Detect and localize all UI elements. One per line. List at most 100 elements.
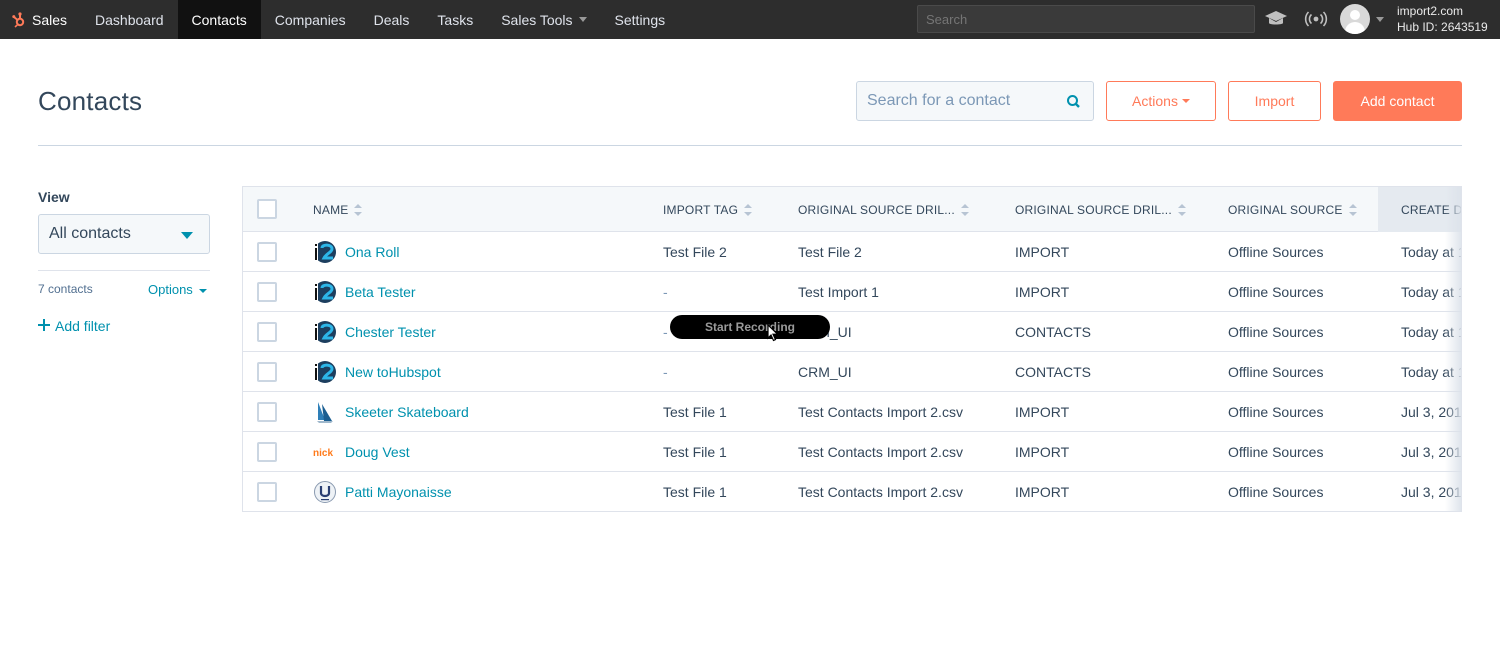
- search-icon[interactable]: [1065, 93, 1083, 111]
- account-info[interactable]: import2.com Hub ID: 2643519: [1397, 3, 1488, 35]
- mouse-cursor-icon: [767, 323, 779, 347]
- account-domain: import2.com: [1397, 4, 1464, 18]
- import-button[interactable]: Import: [1228, 81, 1321, 121]
- add-contact-button[interactable]: Add contact: [1333, 81, 1462, 121]
- table-row[interactable]: Ona Roll Test File 2 Test File 2 IMPORT Offl…: [243, 232, 1461, 272]
- row-checkbox[interactable]: [257, 322, 277, 342]
- nav-item-settings[interactable]: Settings: [601, 0, 680, 39]
- row-checkbox[interactable]: [257, 402, 277, 422]
- unilever-logo-icon: [313, 480, 337, 504]
- import2-logo-icon: [313, 240, 337, 264]
- row-checkbox[interactable]: [257, 482, 277, 502]
- options-dropdown[interactable]: Options: [148, 282, 207, 297]
- nav-item-label: Sales Tools: [501, 11, 573, 28]
- row-checkbox[interactable]: [257, 362, 277, 382]
- nav-item-tasks[interactable]: Tasks: [423, 0, 487, 39]
- column-header-3[interactable]: ORIGINAL SOURCE DRIL...: [1015, 187, 1186, 232]
- column-header-label: NAME: [313, 202, 349, 217]
- table-header: NAME IMPORT TAG ORIGINAL SOURCE DRIL... ORI…: [243, 187, 1461, 232]
- row-checkbox[interactable]: [257, 242, 277, 262]
- row-checkbox[interactable]: [257, 442, 277, 462]
- cell-import-tag: -: [663, 364, 668, 380]
- column-header-label: ORIGINAL SOURCE DRIL...: [1015, 202, 1172, 217]
- column-header-0[interactable]: NAME: [313, 187, 363, 232]
- nav-item-companies[interactable]: Companies: [261, 0, 360, 39]
- chevron-down-icon: [578, 17, 587, 22]
- nav-item-label: Contacts: [191, 11, 247, 28]
- cell-name[interactable]: New toHubspot: [345, 352, 645, 392]
- table-row[interactable]: Chester Tester-CRM_UICONTACTSOffline Sou…: [243, 312, 1461, 352]
- cell-import-tag: -: [663, 284, 668, 300]
- nav-item-contacts[interactable]: Contacts: [177, 0, 261, 39]
- table-row[interactable]: Patti Mayonaisse Test File 1 Test Contacts…: [243, 472, 1461, 511]
- cell-import-tag: Test File 1: [663, 484, 727, 500]
- cell-drill1: Test Import 1: [798, 284, 879, 300]
- cell-drill1: CRM_UI: [798, 364, 852, 380]
- caret-down-icon: [181, 232, 193, 239]
- sort-icon: [744, 203, 753, 216]
- cell-import-tag: Test File 1: [663, 444, 727, 460]
- hubspot-sprocket-icon: [12, 11, 26, 28]
- import2-logo-icon: [313, 360, 337, 384]
- column-header-2[interactable]: ORIGINAL SOURCE DRIL...: [798, 187, 969, 232]
- cell-source: Offline Sources: [1228, 444, 1324, 460]
- global-search-input[interactable]: [917, 5, 1255, 33]
- column-header-4[interactable]: ORIGINAL SOURCE: [1228, 187, 1357, 232]
- nav-item-label: Deals: [373, 11, 410, 28]
- nav-item-sales-tools[interactable]: Sales Tools: [487, 0, 600, 39]
- cell-name[interactable]: Chester Tester: [345, 312, 645, 352]
- cell-drill2: IMPORT: [1015, 244, 1070, 260]
- nav-item-label: Settings: [614, 11, 666, 28]
- import2-logo-icon: [313, 280, 337, 304]
- view-label: View: [38, 189, 70, 205]
- cell-drill1: Test File 2: [798, 244, 862, 260]
- actions-button[interactable]: Actions: [1106, 81, 1216, 121]
- svg-text:nick: nick: [313, 448, 333, 459]
- header-divider: [38, 145, 1462, 146]
- caret-down-icon: [1181, 99, 1190, 103]
- contact-search-input[interactable]: [867, 92, 1057, 110]
- cell-source: Offline Sources: [1228, 484, 1324, 500]
- table-row[interactable]: Skeeter Skateboard Test File 1 Test Contac…: [243, 392, 1461, 432]
- table-row[interactable]: Beta Tester - Test Import 1 IMPORT Offline S…: [243, 272, 1461, 312]
- cell-name[interactable]: Beta Tester: [345, 272, 645, 312]
- actions-label: Actions: [1132, 93, 1178, 109]
- account-hub-id: Hub ID: 2643519: [1397, 20, 1488, 34]
- row-checkbox[interactable]: [257, 282, 277, 302]
- account-chevron-down-icon[interactable]: [1376, 17, 1384, 22]
- cell-name[interactable]: Skeeter Skateboard: [345, 392, 645, 432]
- cell-source: Offline Sources: [1228, 324, 1324, 340]
- contacts-table: NAME IMPORT TAG ORIGINAL SOURCE DRIL... ORI…: [242, 186, 1462, 512]
- academy-icon[interactable]: [1264, 8, 1288, 30]
- add-filter-button[interactable]: Add filter: [38, 318, 110, 334]
- cell-source: Offline Sources: [1228, 364, 1324, 380]
- notifications-icon[interactable]: [1304, 8, 1328, 30]
- table-row[interactable]: New toHubspot - CRM_UI CONTACTS Offline Sour…: [243, 352, 1461, 392]
- column-header-1[interactable]: IMPORT TAG: [663, 187, 753, 232]
- user-avatar[interactable]: [1340, 4, 1370, 34]
- sail-logo-icon: [313, 400, 337, 424]
- start-recording-button[interactable]: Start Recording: [670, 315, 830, 339]
- cell-name[interactable]: Doug Vest: [345, 432, 645, 472]
- brand-sales[interactable]: Sales: [0, 0, 81, 39]
- cell-drill2: CONTACTS: [1015, 324, 1091, 340]
- import2-logo-icon: [313, 320, 337, 344]
- table-row[interactable]: nick Doug Vest Test File 1 Test Contacts Im…: [243, 432, 1461, 472]
- view-select[interactable]: All contacts: [38, 214, 210, 254]
- view-selected-value: All contacts: [49, 225, 131, 242]
- sort-icon: [1348, 203, 1357, 216]
- page-title: Contacts: [38, 86, 143, 116]
- cell-drill2: IMPORT: [1015, 484, 1070, 500]
- nav-item-deals[interactable]: Deals: [360, 0, 424, 39]
- contact-search: [856, 81, 1094, 121]
- options-label: Options: [148, 282, 193, 297]
- cell-name[interactable]: Ona Roll: [345, 232, 645, 272]
- add-filter-label: Add filter: [55, 318, 111, 334]
- select-all-checkbox[interactable]: [257, 199, 277, 219]
- cell-import-tag: Test File 2: [663, 244, 727, 260]
- cell-name[interactable]: Patti Mayonaisse: [345, 472, 645, 511]
- scroll-fade: [1445, 187, 1461, 511]
- cell-import-tag: Test File 1: [663, 404, 727, 420]
- nav-item-dashboard[interactable]: Dashboard: [81, 0, 178, 39]
- sort-icon: [354, 203, 363, 216]
